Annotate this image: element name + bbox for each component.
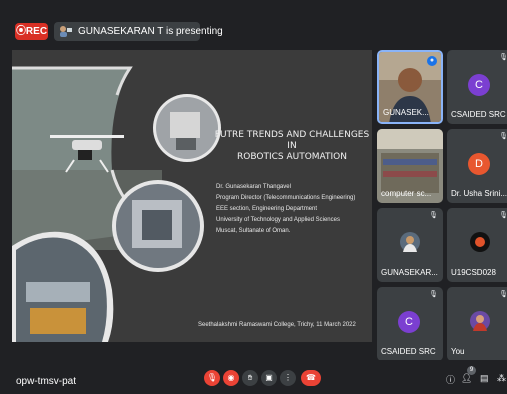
present-screen-icon [58, 25, 72, 38]
avatar: D [468, 153, 490, 175]
mic-off-icon[interactable]: 🎙︎ [204, 370, 220, 386]
slide-title: FUTRE TRENDS AND CHALLENGES IN ROBOTICS … [212, 130, 372, 163]
participant-tile[interactable]: 🎙︎ C CSAIDED SRC [377, 287, 443, 361]
activities-icon[interactable]: ⁂ [497, 373, 506, 384]
presentation-slide: FUTRE TRENDS AND CHALLENGES IN ROBOTICS … [12, 50, 372, 342]
participant-name: CSAIDED SRC [381, 347, 436, 356]
mic-off-icon: 🎙︎ [499, 133, 507, 140]
slide-info-line: Muscat, Sultanate of Oman. [216, 228, 291, 234]
participant-photo [470, 311, 490, 331]
chat-icon[interactable]: ▤ [480, 373, 489, 384]
meeting-code[interactable]: opw-tmsv-pat [16, 376, 76, 387]
participant-count-badge: 9 [467, 366, 476, 375]
participant-name: computer sc... [381, 189, 432, 198]
end-call-icon[interactable]: ☎︎ [301, 370, 321, 386]
slide-title-line: IN [287, 141, 297, 151]
mic-off-icon: 🎙︎ [429, 291, 438, 298]
present-now-icon[interactable]: ▣ [261, 370, 277, 386]
mic-off-icon: 🎙︎ [429, 212, 438, 219]
top-bar: ⦿REC GUNASEKARAN T is presenting [0, 0, 507, 44]
avatar: C [468, 74, 490, 96]
participant-tile[interactable]: 🎙︎ C CSAIDED SRC [447, 50, 507, 124]
participant-tile[interactable]: 🎙︎ GUNASEKAR... [377, 208, 443, 282]
main-stage: FUTRE TRENDS AND CHALLENGES IN ROBOTICS … [12, 50, 372, 342]
participant-name: Dr. Usha Srini... [451, 189, 507, 198]
raise-hand-icon[interactable]: ✋︎ [242, 370, 258, 386]
slide-title-line: FUTRE TRENDS AND CHALLENGES [214, 130, 370, 140]
participant-photo [470, 232, 490, 252]
participant-name: CSAIDED SRC [451, 110, 506, 119]
participant-name: GUNASEK... [383, 108, 429, 117]
participant-photo [400, 232, 420, 252]
bottom-toolbar: opw-tmsv-pat 🎙︎ ◉ ✋︎ ▣ ⋮ ☎︎ ⓘ 👤︎ 9 ▤ ⁂ [0, 360, 507, 394]
slide-info-line: Dr. Gunasekaran Thangavel [216, 184, 291, 190]
participant-tile[interactable]: 🎙︎ U19CSD028 [447, 208, 507, 282]
avatar: C [398, 311, 420, 333]
mic-off-icon: 🎙︎ [499, 212, 507, 219]
participant-name: You [451, 347, 465, 356]
camera-off-icon[interactable]: ◉ [223, 370, 239, 386]
presenter-banner[interactable]: GUNASEKARAN T is presenting [54, 22, 223, 41]
recording-badge[interactable]: ⦿REC [15, 23, 48, 40]
slide-info-line: EEE section, Engineering Department [216, 206, 318, 212]
presenter-text: GUNASEKARAN T is presenting [78, 26, 223, 37]
slide-author-info: Dr. Gunasekaran Thangavel Program Direct… [216, 182, 366, 237]
slide-title-line: ROBOTICS AUTOMATION [237, 152, 347, 162]
mic-off-icon: 🎙︎ [499, 291, 507, 298]
participant-name: U19CSD028 [451, 268, 496, 277]
slide-info-line: Program Director (Telecommunications Eng… [216, 195, 356, 201]
more-options-icon[interactable]: ⋮ [280, 370, 296, 386]
speaking-indicator-icon: ● [427, 56, 437, 66]
slide-info-line: University of Technology and Applied Sci… [216, 217, 340, 223]
participant-tile[interactable]: computer sc... [377, 129, 443, 203]
info-icon[interactable]: ⓘ [446, 373, 455, 386]
participant-name: GUNASEKAR... [381, 268, 438, 277]
participant-tile[interactable]: ● GUNASEK... [377, 50, 443, 124]
slide-footer: Seethalakshmi Ramaswami College, Trichy,… [198, 322, 356, 328]
participant-tile-self[interactable]: 🎙︎ You [447, 287, 507, 361]
participant-tile[interactable]: 🎙︎ D Dr. Usha Srini... [447, 129, 507, 203]
mic-off-icon: 🎙︎ [499, 54, 507, 61]
